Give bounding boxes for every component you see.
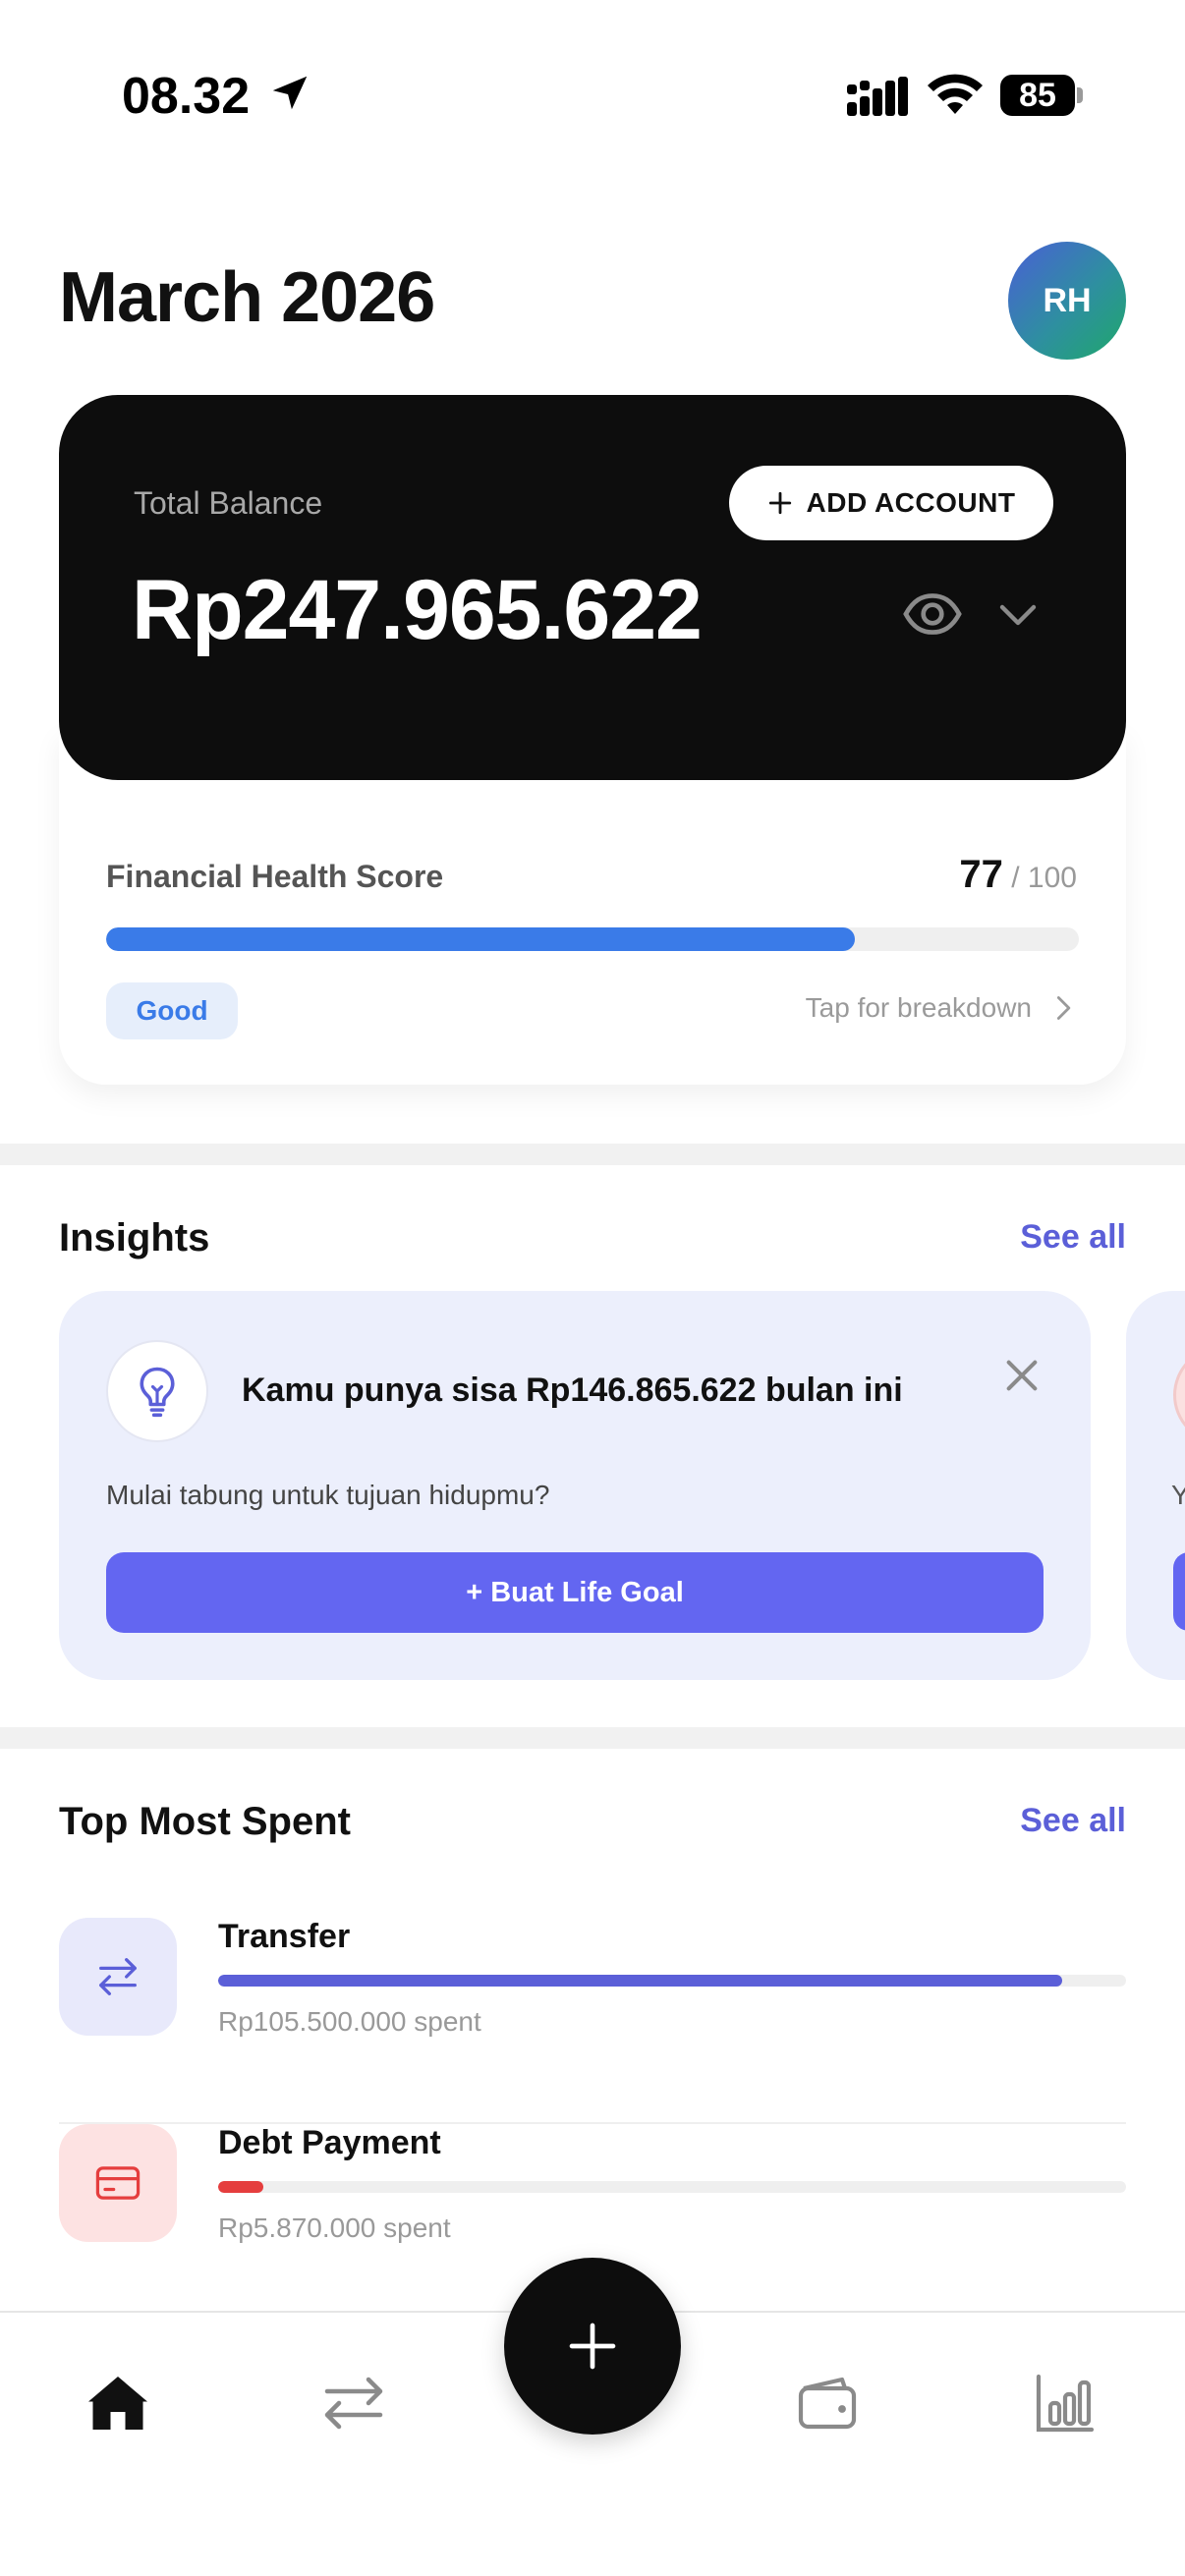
top-spent-see-all-link[interactable]: See all	[1020, 1802, 1126, 1840]
balance-amount: Rp247.965.622	[132, 563, 703, 657]
health-score-label: Financial Health Score	[106, 859, 444, 894]
spent-progress-fill	[218, 1975, 1063, 1987]
spent-amount: Rp5.870.000 spent	[218, 2212, 451, 2243]
spent-category-name: Debt Payment	[218, 2124, 441, 2161]
spent-progress-fill	[218, 2181, 264, 2193]
add-transaction-button[interactable]	[504, 2258, 681, 2435]
transfer-icon-box	[59, 1918, 177, 2036]
breakdown-label: Tap for breakdown	[805, 992, 1032, 1023]
close-icon[interactable]	[1002, 1356, 1042, 1395]
insight-card: Kamu punya sisa Rp146.865.622 bulan ini …	[59, 1291, 1091, 1680]
avatar[interactable]: RH	[1008, 242, 1126, 360]
section-divider	[0, 1727, 1185, 1749]
home-icon	[88, 2377, 147, 2430]
plus-icon	[768, 491, 791, 515]
page-title: March 2026	[59, 258, 435, 337]
lightbulb-icon-container	[106, 1340, 208, 1442]
chevron-right-icon	[1056, 996, 1071, 1020]
insight-subtitle: Mulai tabung untuk tujuan hidupmu?	[106, 1480, 550, 1510]
health-progress-track	[106, 927, 1079, 951]
add-icon	[569, 2323, 616, 2370]
battery-cap	[1077, 87, 1083, 103]
nav-home[interactable]	[79, 2364, 157, 2442]
chart-icon	[1036, 2374, 1095, 2433]
breakdown-link[interactable]: Tap for breakdown	[806, 992, 1077, 1024]
nav-transactions[interactable]	[314, 2364, 393, 2442]
nav-reports[interactable]	[1026, 2364, 1104, 2442]
lightbulb-icon	[140, 1367, 175, 1418]
spent-progress-track	[218, 2181, 1126, 2193]
next-insight-icon	[1173, 1346, 1185, 1444]
battery-indicator: 85	[1000, 75, 1083, 116]
financial-health-card[interactable]: Financial Health Score 77 / 100 Good Tap…	[59, 727, 1126, 1085]
add-account-button[interactable]: ADD ACCOUNT	[729, 466, 1053, 540]
section-divider	[0, 1144, 1185, 1165]
next-insight-button[interactable]	[1173, 1552, 1185, 1631]
chevron-down-icon[interactable]	[994, 591, 1042, 639]
spent-amount: Rp105.500.000 spent	[218, 2006, 481, 2037]
next-insight-text: Y	[1171, 1480, 1185, 1510]
location-arrow-icon	[272, 76, 308, 110]
list-item[interactable]: Transfer Rp105.500.000 spent	[59, 1918, 1126, 2124]
status-bar: 08.32 85	[0, 0, 1185, 196]
spent-progress-track	[218, 1975, 1126, 1987]
transfer-icon	[324, 2377, 383, 2430]
insights-title: Insights	[59, 1216, 210, 1260]
spent-category-name: Transfer	[218, 1918, 351, 1955]
wifi-icon	[928, 74, 983, 114]
wallet-icon	[798, 2377, 857, 2430]
next-insight-card[interactable]: Y	[1126, 1291, 1185, 1680]
create-life-goal-button[interactable]: + Buat Life Goal	[106, 1552, 1044, 1633]
credit-card-icon	[95, 2166, 141, 2200]
status-time: 08.32	[122, 68, 251, 125]
nav-wallet[interactable]	[788, 2364, 867, 2442]
health-score: 77 / 100	[959, 853, 1077, 897]
eye-icon[interactable]	[902, 584, 963, 644]
cellular-signal-icon	[847, 77, 908, 116]
credit-card-icon-box	[59, 2124, 177, 2242]
top-spent-title: Top Most Spent	[59, 1800, 351, 1843]
health-score-max: / 100	[1011, 862, 1077, 894]
health-progress-fill	[106, 927, 856, 951]
status-badge: Good	[106, 982, 238, 1039]
health-score-value: 77	[959, 853, 1003, 896]
insight-title: Kamu punya sisa Rp146.865.622 bulan ini	[242, 1372, 903, 1409]
balance-label: Total Balance	[134, 485, 323, 521]
battery-level: 85	[1000, 75, 1075, 116]
add-account-label: ADD ACCOUNT	[806, 487, 1016, 518]
balance-card: Total Balance ADD ACCOUNT Rp247.965.622	[59, 395, 1126, 780]
transfer-icon	[99, 1958, 137, 1995]
insights-see-all-link[interactable]: See all	[1020, 1218, 1126, 1257]
